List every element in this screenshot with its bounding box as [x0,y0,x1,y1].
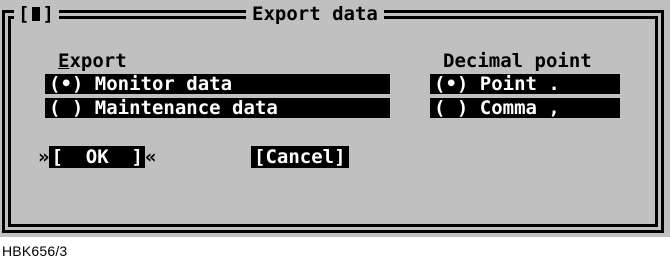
export-data-dialog: [] Export data Export Decimal point (•) … [0,0,670,237]
ok-button[interactable]: [ OK ] [49,146,145,168]
decimal-point-group-label: Decimal point [443,50,592,72]
close-icon [32,7,41,21]
radio-decimal-comma[interactable]: ( ) Comma , [430,98,620,118]
focus-marker-right: « [144,146,157,168]
radio-maintenance-data[interactable]: ( ) Maintenance data [45,98,390,118]
radio-marker: ( ) [49,97,84,119]
radio-decimal-point[interactable]: (•) Point . [430,74,620,94]
radio-marker: (•) [49,73,84,95]
radio-label: Point . [479,73,560,95]
focus-marker-left: » [38,146,50,168]
radio-label: Maintenance data [94,97,278,119]
close-box-close-bracket: ] [42,3,55,25]
cancel-button[interactable]: [Cancel] [251,146,349,168]
dialog-title: Export data [246,2,384,26]
close-box-open-bracket: [ [18,3,31,25]
figure-code: HBK656/3 [2,243,68,259]
ok-button-group: »[ OK ] « [38,146,156,168]
radio-marker: ( ) [434,97,469,119]
export-group-label: Export [58,51,127,71]
export-label-rest: xport [69,50,127,72]
radio-label: Comma , [479,97,560,119]
export-hotkey: E [58,50,70,72]
title-bar-left: [] [14,2,59,26]
radio-marker: (•) [434,73,469,95]
radio-label: Monitor data [94,73,233,95]
close-box[interactable]: [] [16,3,57,25]
dialog-frame-inner [8,16,658,227]
radio-monitor-data[interactable]: (•) Monitor data [45,74,390,94]
